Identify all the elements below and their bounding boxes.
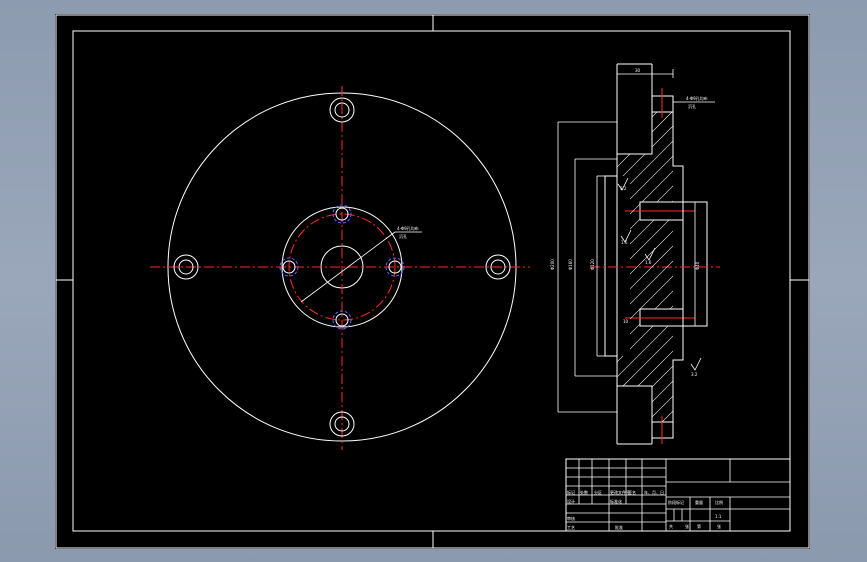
dim-outer-label: Φ200 [550, 259, 555, 270]
inner-frame [72, 30, 791, 532]
section-leader-note: 4-Φ9孔均布 [686, 95, 708, 101]
roughness-symbol-4: 3.2 [690, 357, 702, 377]
dim-small-label: 10 [623, 319, 629, 324]
dim-top-label: 30 [635, 68, 641, 73]
tb-review: 审核 [567, 515, 575, 521]
tb-label-zone: 分区 [594, 489, 602, 495]
tb-stage: 阶段标记 [668, 499, 684, 505]
leader-note: 4-Φ9孔均布 [397, 225, 419, 231]
svg-text:3.2: 3.2 [620, 186, 627, 191]
section-view: Φ200 Φ160 Φ120 Φ40 30 4-Φ9孔均布 沉孔 3.2 1.6 [550, 63, 720, 445]
bore-recess [604, 175, 618, 357]
section-hatching [617, 112, 673, 422]
tb-sheets-unit: 张 [685, 523, 689, 529]
tb-design: 设计 [567, 498, 575, 504]
title-block: 标记 处数 分区 更改文件号 签名 年、月、日 设计 标准化 审核 工艺 批准 … [565, 458, 791, 532]
tb-process: 工艺 [567, 525, 575, 530]
dim-inner-label: Φ120 [590, 259, 595, 270]
tb-sheet-unit2: 张 [717, 523, 721, 529]
tb-standard: 标准化 [610, 498, 622, 504]
tb-label-sign: 签名 [628, 489, 636, 495]
svg-text:1.6: 1.6 [621, 240, 628, 245]
tb-label-change-doc: 更改文件号 [610, 489, 630, 495]
dim-mid-label: Φ160 [568, 259, 573, 270]
drawing-sheet: 4-Φ9孔均布 沉孔 Φ200 Φ160 Φ120 Φ40 30 4-Φ9孔均布… [55, 14, 810, 549]
svg-text:3.2: 3.2 [691, 372, 698, 377]
roughness-symbol-1: 3.2 [617, 177, 629, 191]
tb-approve: 批准 [615, 524, 623, 530]
tb-sheets-total: 共 [669, 523, 673, 529]
section-leader-note-sub: 沉孔 [688, 103, 696, 109]
front-view: 4-Φ9孔均布 沉孔 [150, 86, 530, 450]
tb-scale-value: 1:1 [715, 514, 722, 519]
cad-drawing: 4-Φ9孔均布 沉孔 Φ200 Φ160 Φ120 Φ40 30 4-Φ9孔均布… [55, 14, 810, 549]
tb-label-date: 年、月、日 [644, 489, 664, 495]
roughness-symbol-2: 1.6 [620, 229, 632, 245]
roughness-symbol-3: 1.6 [644, 247, 656, 265]
tb-weight: 重量 [695, 499, 703, 505]
tb-label-count: 处数 [580, 489, 588, 495]
tb-sheet-no: 第 [697, 523, 701, 529]
leader-note-sub: 沉孔 [399, 233, 407, 239]
svg-text:1.6: 1.6 [645, 260, 652, 265]
tb-label-mark: 标记 [567, 489, 575, 495]
tb-scale: 比例 [715, 499, 723, 505]
dim-bore-label: Φ40 [695, 261, 700, 270]
